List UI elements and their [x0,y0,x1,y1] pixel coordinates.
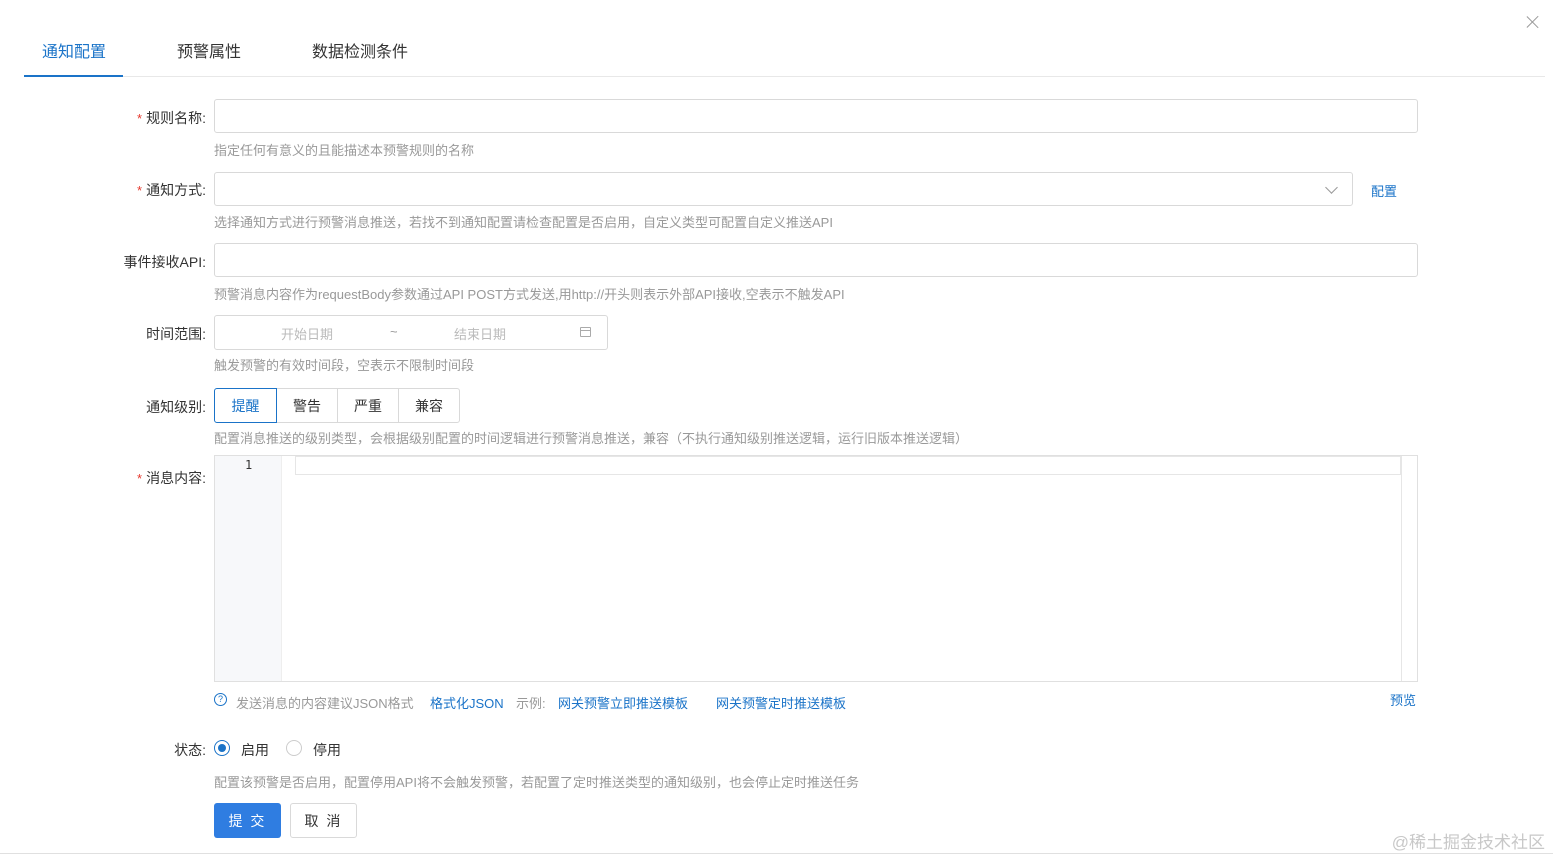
start-date-placeholder[interactable]: 开始日期 [281,324,333,343]
chevron-down-icon [1325,181,1338,194]
time-range-help: 触发预警的有效时间段，空表示不限制时间段 [214,358,475,373]
status-disabled-radio[interactable] [286,740,302,756]
format-json-link[interactable]: 格式化JSON [430,693,504,712]
submit-button[interactable]: 提 交 [214,803,281,838]
date-range-separator: ~ [390,324,398,339]
level-severe-button[interactable]: 严重 [337,388,399,423]
notify-config-link[interactable]: 配置 [1371,181,1397,200]
level-compatible-button[interactable]: 兼容 [398,388,460,423]
time-range-label: 时间范围: [146,326,206,342]
status-help: 配置该预警是否启用，配置停用API将不会触发预警，若配置了定时推送类型的通知级别… [214,775,859,790]
preview-link[interactable]: 预览 [1390,690,1416,709]
message-hint: 发送消息的内容建议JSON格式 [236,696,414,711]
calendar-icon [580,327,591,337]
notify-method-select[interactable] [214,172,1353,206]
date-range-picker[interactable]: 开始日期 ~ 结束日期 [214,315,608,350]
status-label: 状态: [174,742,206,758]
event-api-field[interactable] [214,243,1418,277]
tab-bar: 通知配置 预警属性 数据检测条件 [24,24,1545,77]
required-mark: * [137,183,143,198]
tab-notify-config[interactable]: 通知配置 [42,38,106,62]
message-label: * 消息内容: [137,470,206,486]
line-number: 1 [245,458,253,472]
notify-level-help: 配置消息推送的级别类型，会根据级别配置的时间逻辑进行预警消息推送，兼容（不执行通… [214,431,969,446]
divider [0,853,1553,854]
status-enabled-label[interactable]: 启用 [241,740,269,760]
tab-data-check-conditions[interactable]: 数据检测条件 [312,38,408,62]
event-api-input[interactable] [215,244,1417,276]
watermark: @稀土掘金技术社区 [1391,833,1545,852]
cancel-button[interactable]: 取 消 [290,803,357,838]
rule-name-field[interactable] [214,99,1418,133]
template-scheduled-link[interactable]: 网关预警定时推送模板 [716,693,846,712]
editor-current-line[interactable] [295,456,1401,475]
status-enabled-radio[interactable] [214,740,230,756]
rule-name-help: 指定任何有意义的且能描述本预警规则的名称 [214,143,475,158]
notify-level-group: 提醒 警告 严重 兼容 [214,388,460,423]
message-code-editor[interactable]: 1 [214,455,1418,682]
rule-name-input[interactable] [215,100,1417,132]
active-tab-indicator [24,75,123,77]
required-mark: * [137,111,143,126]
notify-method-help: 选择通知方式进行预警消息推送，若找不到通知配置请检查配置是否启用，自定义类型可配… [214,215,833,230]
notify-method-label: * 通知方式: [137,182,206,198]
level-warning-button[interactable]: 警告 [276,388,338,423]
template-immediate-link[interactable]: 网关预警立即推送模板 [558,693,688,712]
required-mark: * [137,471,143,486]
event-api-label: 事件接收API: [123,254,206,270]
tab-alert-attributes[interactable]: 预警属性 [177,38,241,62]
status-disabled-label[interactable]: 停用 [313,740,341,760]
rule-name-label: * 规则名称: [137,110,206,126]
end-date-placeholder[interactable]: 结束日期 [454,324,506,343]
example-label: 示例: [516,696,546,711]
editor-scrollbar[interactable] [1401,456,1417,681]
notify-level-label: 通知级别: [146,399,206,415]
question-circle-icon: ? [214,693,227,706]
editor-gutter: 1 [215,456,282,681]
event-api-help: 预警消息内容作为requestBody参数通过API POST方式发送,用htt… [214,287,845,302]
level-remind-button[interactable]: 提醒 [214,388,277,423]
